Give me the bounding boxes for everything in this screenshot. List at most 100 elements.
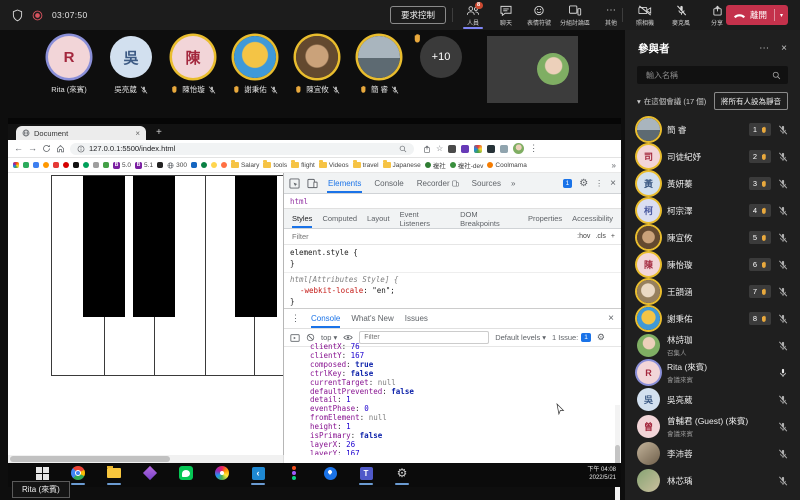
bookmark-item[interactable]: 複社-dev [450, 160, 484, 170]
tab-accessibility[interactable]: Accessibility [572, 209, 613, 228]
horizontal-scrollbar[interactable] [8, 455, 284, 463]
tab-console[interactable]: Console [311, 309, 340, 328]
tab-styles[interactable]: Styles [292, 209, 312, 228]
panel-close-icon[interactable]: × [781, 43, 787, 54]
bookmark-favicon[interactable] [23, 162, 29, 168]
piano-keyboard[interactable] [51, 175, 283, 376]
tab-computed[interactable]: Computed [322, 209, 357, 228]
taskbar-maps[interactable] [322, 466, 338, 485]
taskbar-media-player[interactable] [214, 466, 230, 485]
bookmark-favicon[interactable] [73, 162, 79, 168]
participant-row[interactable]: 陳 陳怡璇 6 [625, 251, 800, 278]
black-key[interactable] [235, 176, 277, 317]
participant-row[interactable]: 謝秉佑 8 [625, 305, 800, 332]
devtools-tab-recorder[interactable]: Recorder [414, 173, 462, 193]
taskbar-file-explorer[interactable] [106, 466, 122, 485]
participant-row[interactable]: 司 司徒紀妤 2 [625, 143, 800, 170]
participant-tile[interactable]: R Rita (來賓) [38, 36, 100, 95]
console-sidebar-icon[interactable] [290, 333, 300, 343]
live-expression-eye-icon[interactable] [343, 334, 353, 341]
extension-icon[interactable] [448, 145, 456, 153]
leave-button[interactable]: 離開 [726, 9, 774, 21]
mic-toggle-button[interactable]: 麥克風 [666, 1, 696, 29]
participant-row[interactable]: 黃 黃妍蓁 3 [625, 170, 800, 197]
overflow-participants-tile[interactable]: +10 [410, 36, 472, 95]
devtools-settings-icon[interactable]: ⚙ [579, 178, 588, 189]
bookmark-folder[interactable]: flight [291, 162, 315, 169]
bookmark-star-icon[interactable]: ☆ [436, 144, 443, 153]
bookmark-favicon[interactable] [53, 162, 59, 168]
extension-icon[interactable] [474, 145, 482, 153]
taskbar-chrome[interactable] [70, 466, 86, 485]
devtools-menu-icon[interactable]: ⋮ [595, 179, 603, 188]
css-value[interactable]: "en"; [372, 286, 395, 295]
bookmark-folder[interactable]: Videos [319, 162, 349, 169]
bookmark-favicon[interactable] [63, 162, 69, 168]
participant-row[interactable]: 柯 柯宗澤 4 [625, 197, 800, 224]
participant-tile[interactable]: 吳 吳亮葳 [100, 36, 162, 95]
devtools-tab-sources[interactable]: Sources [469, 173, 504, 193]
class-toggle[interactable]: .cls [595, 233, 606, 240]
drawer-menu-icon[interactable]: ⋮ [291, 313, 300, 324]
participant-tile[interactable]: 陳宜攸 [286, 36, 348, 95]
device-toolbar-icon[interactable] [307, 178, 318, 189]
styles-rules-pane[interactable]: element.style { } html[Attributes Style]… [284, 245, 621, 309]
js-context-selector[interactable]: top▾ [321, 333, 337, 342]
bookmark-favicon[interactable] [157, 162, 163, 168]
participant-row[interactable]: 簡 睿 1 [625, 116, 800, 143]
participant-search[interactable] [637, 66, 788, 84]
taskbar-settings[interactable]: ⚙ [394, 466, 410, 485]
black-key[interactable] [133, 176, 175, 317]
extension-icon[interactable] [487, 145, 495, 153]
tab-dom-breakpoints[interactable]: DOM Breakpoints [460, 209, 518, 228]
tab-event-listeners[interactable]: Event Listeners [400, 209, 451, 228]
reactions-button[interactable]: 表情符號 [524, 1, 554, 29]
browser-profile-avatar[interactable] [513, 143, 524, 154]
tab-whats-new[interactable]: What's New [351, 309, 393, 328]
bookmark-item[interactable]: 300 [167, 162, 187, 169]
section-header[interactable]: ▾在這個會議 (17 個) [637, 96, 710, 107]
bookmark-item[interactable]: B5.0 [113, 162, 131, 169]
tab-issues[interactable]: Issues [405, 309, 428, 328]
issues-counter[interactable]: 1 Issue:1 [552, 333, 591, 342]
bookmark-favicon[interactable] [43, 162, 49, 168]
forward-button[interactable]: → [28, 144, 37, 153]
inspect-element-icon[interactable] [289, 178, 300, 189]
extension-icon[interactable] [461, 145, 469, 153]
issues-badge[interactable]: 1 [563, 179, 573, 188]
participant-tile[interactable]: 陳 陳怡璇 [162, 36, 224, 95]
reload-button[interactable] [42, 144, 51, 153]
participant-row[interactable]: R Rita (來賓)會議來賓 [625, 359, 800, 386]
drawer-close-icon[interactable]: × [608, 313, 614, 324]
bookmark-favicon[interactable] [33, 162, 39, 168]
browser-tab[interactable]: Document × [16, 126, 146, 140]
taskbar-figma[interactable] [286, 466, 302, 485]
participant-row[interactable]: 曾 曾輔君 (Guest) (來賓)會議來賓 [625, 413, 800, 440]
bookmark-item[interactable]: 複社 [425, 160, 446, 170]
new-style-rule-icon[interactable]: + [611, 233, 615, 240]
bookmark-favicon[interactable] [83, 162, 89, 168]
participant-row[interactable]: 陳宜攸 5 [625, 224, 800, 251]
share-page-icon[interactable] [423, 145, 431, 153]
chat-button[interactable]: 聊天 [491, 1, 521, 29]
bookmark-folder[interactable]: Japanese [383, 162, 421, 169]
browser-menu-icon[interactable]: ⋮ [529, 143, 538, 154]
new-tab-button[interactable]: + [156, 126, 162, 140]
bookmark-item[interactable]: B5.1 [135, 162, 153, 169]
devtools-tab-elements[interactable]: Elements [325, 173, 364, 193]
taskbar-3d-viewer[interactable] [142, 466, 158, 485]
devtools-tab-console[interactable]: Console [371, 173, 406, 193]
tab-layout[interactable]: Layout [367, 209, 390, 228]
participant-tile[interactable]: 謝秉佑 [224, 36, 286, 95]
camera-toggle-button[interactable]: 照相機 [630, 1, 660, 29]
styles-filter-input[interactable] [290, 231, 571, 242]
back-button[interactable]: ← [14, 144, 23, 153]
participant-row[interactable]: 王韻涵 7 [625, 278, 800, 305]
breakout-rooms-button[interactable]: 分組討論區 [557, 1, 593, 29]
bookmark-folder[interactable]: tools [263, 162, 287, 169]
bookmark-favicon[interactable] [201, 162, 207, 168]
bookmark-favicon[interactable] [211, 162, 217, 168]
more-tabs-icon[interactable]: » [511, 179, 515, 188]
panel-more-icon[interactable]: ⋯ [759, 43, 769, 54]
participant-tile[interactable]: 簡 睿 [348, 36, 410, 95]
